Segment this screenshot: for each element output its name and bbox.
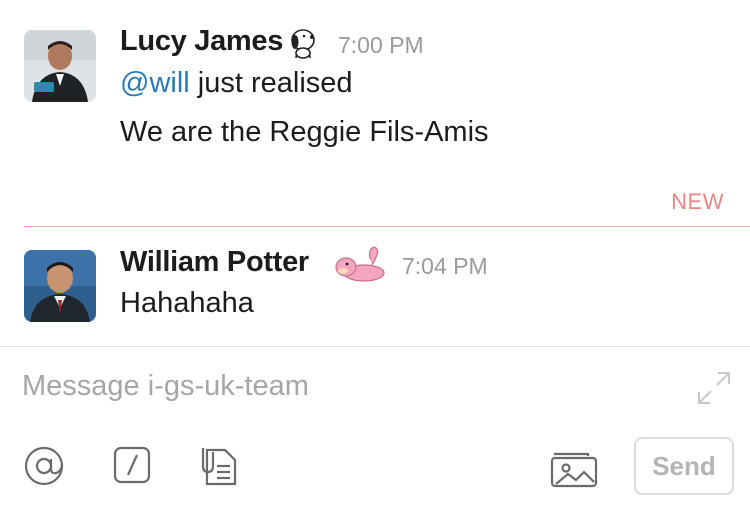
message-text: We are the Reggie Fils-Amis: [120, 116, 489, 148]
at-sign-icon[interactable]: [22, 444, 66, 488]
avatar-lucy-james[interactable]: [24, 30, 96, 102]
sender-name[interactable]: Lucy James: [120, 25, 283, 58]
person-photo-icon: [24, 30, 96, 102]
send-button[interactable]: Send: [634, 437, 734, 495]
message-text-rest: just realised: [189, 67, 353, 99]
avatar-william-potter[interactable]: [24, 250, 96, 322]
slash-command-icon[interactable]: [111, 444, 155, 488]
composer-divider: [0, 346, 750, 347]
message-timestamp[interactable]: 7:00 PM: [338, 32, 424, 59]
photos-icon[interactable]: [548, 444, 600, 488]
new-messages-divider: [24, 226, 750, 227]
message-input[interactable]: Message i-gs-uk-team: [22, 370, 309, 403]
message-text: Hahahaha: [120, 287, 254, 319]
person-photo-icon: [24, 250, 96, 322]
message-text: @will just realised: [120, 67, 353, 100]
sender-name[interactable]: William Potter: [120, 246, 309, 279]
message-timestamp[interactable]: 7:04 PM: [402, 253, 488, 280]
user-mention[interactable]: @will: [120, 67, 190, 99]
snoopy-icon: [283, 24, 323, 67]
expand-icon[interactable]: [696, 370, 732, 406]
slowpoke-icon: [334, 245, 386, 288]
file-attach-icon[interactable]: [197, 444, 241, 488]
new-messages-label: NEW: [671, 189, 724, 214]
